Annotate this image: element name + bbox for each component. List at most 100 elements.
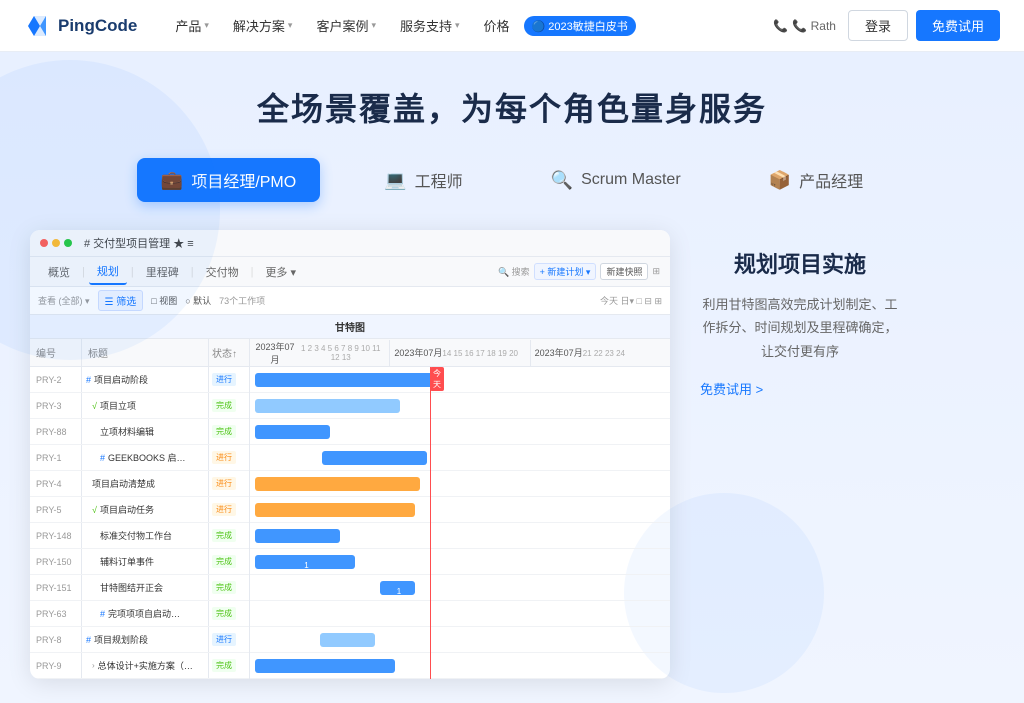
tab-overview[interactable]: 概览 xyxy=(40,260,78,284)
product-icon: 📦 xyxy=(769,170,791,191)
table-row: PRY-2 # 项目启动阶段 进行 xyxy=(30,367,249,393)
today-toggle[interactable]: 今天 日▾ □ ⊟ ⊞ xyxy=(600,294,662,307)
gantt-tabs: 概览 | 规划 | 里程碑 | 交付物 | 更多 ▾ 🔍 搜索 + 新建计划 ▾… xyxy=(30,257,670,287)
table-row: PRY-63 # 完项项项自启动… 完成 xyxy=(30,601,249,627)
col-status-header: 状态↑ xyxy=(209,339,249,366)
feature-sidebar: 规划项目实施 利用甘特图高效完成计划制定、工作拆分、时间规划及里程碑确定，让交付… xyxy=(670,230,920,398)
tab-plan[interactable]: 规划 xyxy=(89,259,127,285)
nav-badge[interactable]: 🔵 2023敏捷白皮书 xyxy=(524,16,636,36)
scope-selector[interactable]: 查看 (全部) ▾ xyxy=(38,294,90,307)
gantt-bar xyxy=(255,373,440,387)
chart-row-0 xyxy=(250,367,670,393)
chart-row-3 xyxy=(250,445,670,471)
default-button[interactable]: ○ 默认 xyxy=(185,294,211,307)
role-tabs: 💼 项目经理/PMO 💻 工程师 🔍 Scrum Master 📦 产品经理 xyxy=(0,158,1024,202)
logo-text: PingCode xyxy=(58,16,137,36)
gantt-bar xyxy=(255,399,400,413)
role-tab-scrum[interactable]: 🔍 Scrum Master xyxy=(527,160,705,201)
sidebar-cta-link[interactable]: 免费试用 > xyxy=(700,379,900,398)
chevron-icon: ▾ xyxy=(455,20,460,31)
chart-row-1 xyxy=(250,393,670,419)
task-count: 73个工作项 xyxy=(219,294,265,307)
table-row: PRY-4 项目启动清楚成 进行 xyxy=(30,471,249,497)
gantt-bar xyxy=(255,477,420,491)
nav-actions: 登录 免费试用 xyxy=(848,10,1000,41)
today-label: 今天 xyxy=(430,367,444,391)
table-row: PRY-88 立项材料编辑 完成 xyxy=(30,419,249,445)
table-row: PRY-150 辅料订单事件 完成 xyxy=(30,549,249,575)
chart-row-8: 1 xyxy=(250,575,670,601)
role-tab-pm[interactable]: 💼 项目经理/PMO xyxy=(137,158,320,202)
hero-section: 全场景覆盖，为每个角色量身服务 💼 项目经理/PMO 💻 工程师 🔍 Scrum… xyxy=(0,52,1024,703)
new-plan-btn[interactable]: + 新建计划 ▾ xyxy=(534,263,597,280)
chart-row-7: 1 xyxy=(250,549,670,575)
tab-more[interactable]: 更多 ▾ xyxy=(257,260,304,284)
trial-button[interactable]: 免费试用 xyxy=(916,10,1000,41)
chart-row-2 xyxy=(250,419,670,445)
gantt-chart-area: 2023年07月1 2 3 4 5 6 7 8 9 10 11 12 13 20… xyxy=(250,339,670,679)
chevron-icon: ▾ xyxy=(371,20,376,31)
date-header: 2023年07月1 2 3 4 5 6 7 8 9 10 11 12 13 20… xyxy=(250,339,670,367)
col-id-header: 编号 xyxy=(30,339,82,366)
tab-milestone[interactable]: 里程碑 xyxy=(138,260,187,284)
hero-title: 全场景覆盖，为每个角色量身服务 xyxy=(0,84,1024,130)
phone-icon: 📞 xyxy=(773,19,788,33)
gantt-toolbar: 查看 (全部) ▾ ☰ 筛选 □ 视图 ○ 默认 73个工作项 今天 日▾ □ … xyxy=(30,287,670,315)
gantt-bar xyxy=(255,503,415,517)
chevron-icon: ▾ xyxy=(288,20,293,31)
window-controls xyxy=(40,239,72,247)
col-title-header: 标题 xyxy=(82,339,209,366)
gantt-bar xyxy=(320,633,375,647)
month-group-1: 2023年07月1 2 3 4 5 6 7 8 9 10 11 12 13 xyxy=(250,340,390,366)
chart-row-4 xyxy=(250,471,670,497)
nav-links: 产品 ▾ 解决方案 ▾ 客户案例 ▾ 服务支持 ▾ 价格 🔵 2023敏捷白皮书 xyxy=(165,10,773,41)
gantt-bar: 1 xyxy=(380,581,415,595)
chart-row-11 xyxy=(250,653,670,679)
sidebar-title: 规划项目实施 xyxy=(700,250,900,281)
today-line: 今天 xyxy=(430,367,431,679)
gantt-main: 编号 标题 状态↑ PRY-2 # 项目启动阶段 xyxy=(30,339,670,679)
gantt-bars: 今天 xyxy=(250,367,670,679)
nav-pricing[interactable]: 价格 xyxy=(474,10,520,41)
gantt-bar xyxy=(255,425,330,439)
filter-button[interactable]: ☰ 筛选 xyxy=(98,290,144,311)
gantt-section-label: 甘特图 xyxy=(30,315,670,339)
nav-cases[interactable]: 客户案例 ▾ xyxy=(306,10,386,41)
maximize-dot xyxy=(64,239,72,247)
gantt-bar xyxy=(322,451,427,465)
gantt-left-panel: 编号 标题 状态↑ PRY-2 # 项目启动阶段 xyxy=(30,339,250,679)
nav-products[interactable]: 产品 ▾ xyxy=(165,10,219,41)
column-header: 编号 标题 状态↑ xyxy=(30,339,249,367)
content-area: # 交付型项目管理 ★ ≡ 概览 | 规划 | 里程碑 | 交付物 | 更多 ▾… xyxy=(0,230,1024,679)
chart-row-5 xyxy=(250,497,670,523)
tab-delivery[interactable]: 交付物 xyxy=(198,260,247,284)
close-dot xyxy=(40,239,48,247)
chevron-icon: ▾ xyxy=(204,20,209,31)
nav-phone: 📞 📞 Rath xyxy=(773,19,836,33)
table-row: PRY-9 › 总体设计+实施方案（… 完成 xyxy=(30,653,249,679)
month-group-3: 2023年07月21 22 23 24 xyxy=(531,340,670,366)
new-sprint-btn[interactable]: 新建快照 xyxy=(600,263,648,280)
logo[interactable]: PingCode xyxy=(24,12,137,40)
sidebar-description: 利用甘特图高效完成计划制定、工作拆分、时间规划及里程碑确定，让交付更有序 xyxy=(700,293,900,363)
view-button[interactable]: □ 视图 xyxy=(151,294,177,307)
table-row: PRY-151 甘特图结开正会 完成 xyxy=(30,575,249,601)
pingcode-logo-icon xyxy=(24,12,52,40)
gantt-project-title: # 交付型项目管理 ★ ≡ xyxy=(84,235,194,251)
table-row: PRY-3 √ 项目立项 完成 xyxy=(30,393,249,419)
nav-support[interactable]: 服务支持 ▾ xyxy=(390,10,470,41)
gantt-bar xyxy=(255,659,395,673)
chart-row-6 xyxy=(250,523,670,549)
table-row: PRY-5 √ 项目启动任务 进行 xyxy=(30,497,249,523)
pm-icon: 💼 xyxy=(161,170,183,191)
role-tab-engineer[interactable]: 💻 工程师 xyxy=(360,158,486,202)
gantt-topbar: # 交付型项目管理 ★ ≡ xyxy=(30,230,670,257)
search-label: 🔍 搜索 xyxy=(498,265,530,278)
table-row: PRY-148 标准交付物工作台 完成 xyxy=(30,523,249,549)
nav-solutions[interactable]: 解决方案 ▾ xyxy=(223,10,303,41)
gantt-bar xyxy=(255,529,340,543)
engineer-icon: 💻 xyxy=(384,170,406,191)
login-button[interactable]: 登录 xyxy=(848,10,908,41)
navbar: PingCode 产品 ▾ 解决方案 ▾ 客户案例 ▾ 服务支持 ▾ 价格 🔵 … xyxy=(0,0,1024,52)
role-tab-product[interactable]: 📦 产品经理 xyxy=(745,158,887,202)
